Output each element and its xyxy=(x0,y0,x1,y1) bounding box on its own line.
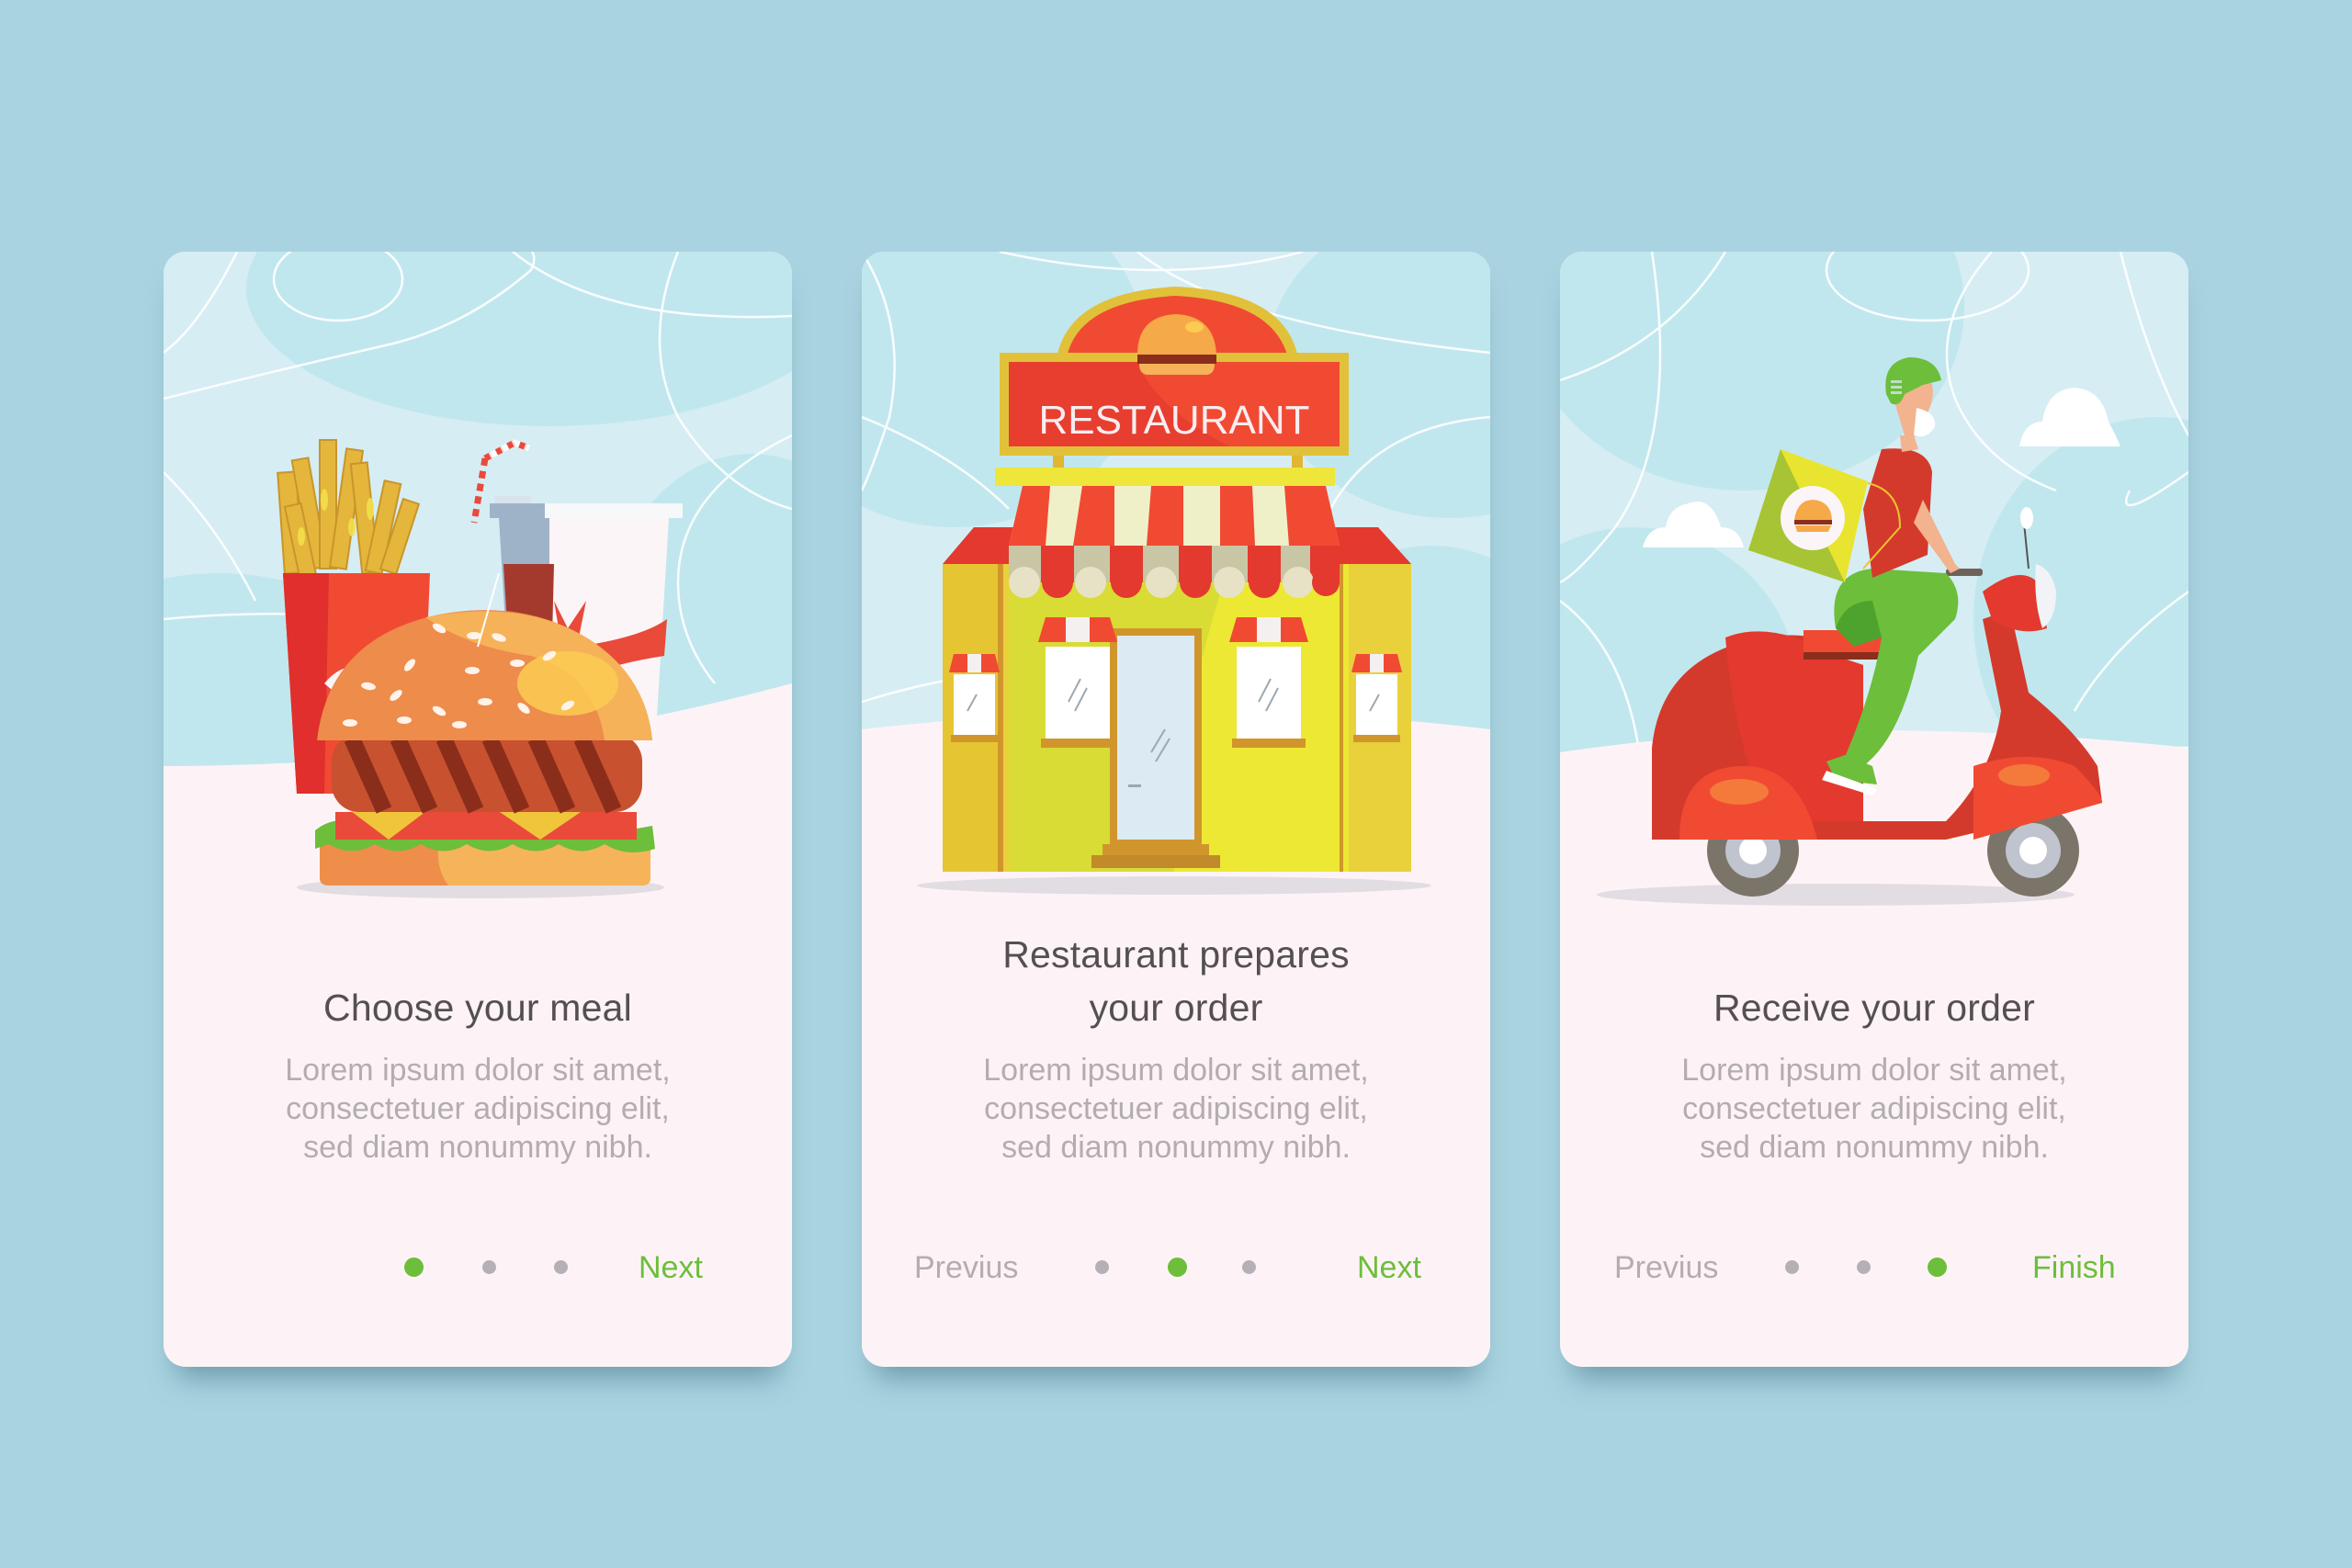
restaurant-sign-text: RESTAURANT xyxy=(1039,398,1310,443)
page-dot-3[interactable] xyxy=(1242,1260,1256,1274)
storefront-icon xyxy=(943,468,1411,872)
card-footer: Previus Next xyxy=(862,1244,1490,1290)
card-description: Lorem ipsum dolor sit amet, consectetuer… xyxy=(285,1053,671,1165)
page-dot-2-active[interactable] xyxy=(1168,1258,1187,1277)
page-dot-3-active[interactable] xyxy=(1928,1258,1947,1277)
card-footer: Next xyxy=(164,1244,792,1290)
card-description: Lorem ipsum dolor sit amet, consectetuer… xyxy=(983,1053,1369,1165)
page-dot-2[interactable] xyxy=(482,1260,496,1274)
card-title: Choose your meal xyxy=(323,987,632,1029)
onboarding-card-restaurant-prepares: RESTAURANT Restaurant prepares your orde… xyxy=(862,252,1490,1367)
page-dot-1[interactable] xyxy=(1095,1260,1109,1274)
previous-button[interactable]: Previus xyxy=(914,1249,1018,1286)
burger-meal-illustration xyxy=(164,252,792,931)
card-footer: Previus Finish xyxy=(1560,1244,2188,1290)
delivery-scooter-illustration xyxy=(1560,252,2188,931)
card-title: Receive your order xyxy=(1713,987,2035,1029)
page-dot-3[interactable] xyxy=(554,1260,568,1274)
onboarding-card-choose-meal: Choose your meal Lorem ipsum dolor sit a… xyxy=(164,252,792,1367)
next-button[interactable]: Next xyxy=(1357,1249,1421,1286)
next-button[interactable]: Next xyxy=(639,1249,703,1286)
card-title: Restaurant prepares your order xyxy=(1002,933,1350,1029)
card-description: Lorem ipsum dolor sit amet, consectetuer… xyxy=(1681,1053,2067,1165)
previous-button[interactable]: Previus xyxy=(1614,1249,1718,1286)
onboarding-card-receive-order: Receive your order Lorem ipsum dolor sit… xyxy=(1560,252,2188,1367)
finish-button[interactable]: Finish xyxy=(2032,1249,2116,1286)
page-dot-2[interactable] xyxy=(1857,1260,1871,1274)
restaurant-illustration: RESTAURANT xyxy=(862,252,1490,931)
page-dot-1[interactable] xyxy=(1785,1260,1799,1274)
page-dot-1-active[interactable] xyxy=(404,1258,424,1277)
